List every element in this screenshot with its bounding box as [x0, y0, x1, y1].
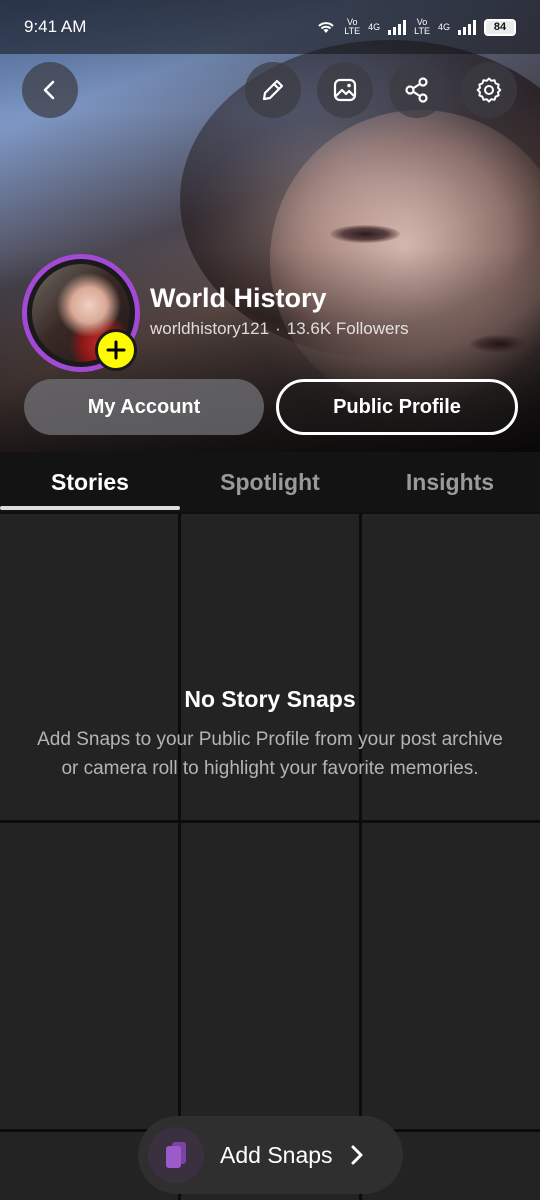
share-button[interactable]: [389, 62, 445, 118]
signal-icon: [458, 19, 476, 35]
volte-indicator-2: Vo LTE: [414, 17, 430, 36]
empty-state-title: No Story Snaps: [184, 686, 356, 712]
status-bar: 9:41 AM Vo LTE 4G Vo LTE 4G 84: [0, 0, 540, 54]
plus-icon: [106, 340, 126, 360]
profile-display-name: World History: [150, 283, 327, 313]
tab-spotlight[interactable]: Spotlight: [180, 452, 360, 512]
add-snaps-icon-wrap: [148, 1127, 204, 1183]
grid-cell: [181, 823, 359, 1129]
grid-cell: [362, 823, 540, 1129]
story-grid: [0, 514, 540, 1200]
pencil-icon: [262, 79, 284, 101]
tab-insights[interactable]: Insights: [360, 452, 540, 512]
back-arrow-icon: [43, 80, 55, 100]
change-cover-button[interactable]: [317, 62, 373, 118]
add-story-button[interactable]: [95, 329, 137, 371]
public-profile-button[interactable]: Public Profile: [276, 379, 518, 435]
grid-cell: [0, 823, 178, 1129]
chevron-right-icon: [349, 1144, 365, 1166]
empty-state-description: Add Snaps to your Public Profile from yo…: [37, 729, 503, 779]
settings-button[interactable]: [461, 62, 517, 118]
separator-dot: ·: [275, 319, 281, 338]
followers-count[interactable]: 13.6K Followers: [287, 319, 409, 339]
profile-tabs: Stories Spotlight Insights: [0, 452, 540, 512]
network-gen-1: 4G: [368, 21, 381, 32]
add-snaps-label: Add Snaps: [220, 1141, 333, 1168]
network-gen-2: 4G: [437, 21, 450, 32]
wifi-icon: [318, 22, 334, 33]
edit-button[interactable]: [245, 62, 301, 118]
stack-icon: [166, 1142, 186, 1168]
signal-icon: [388, 19, 407, 35]
back-button[interactable]: [22, 62, 78, 118]
tab-stories[interactable]: Stories: [0, 452, 180, 512]
image-icon: [333, 78, 357, 102]
volte-indicator-1: Vo LTE: [344, 17, 361, 36]
profile-subline: worldhistory121 · 13.6K Followers: [150, 319, 409, 339]
profile-username: worldhistory121: [150, 319, 270, 338]
battery-icon: 84: [484, 18, 516, 36]
empty-state: No Story Snaps Add Snaps to your Public …: [30, 686, 510, 783]
my-account-button[interactable]: My Account: [24, 379, 264, 435]
add-snaps-button[interactable]: Add Snaps: [138, 1116, 403, 1194]
status-time: 9:41 AM: [24, 17, 87, 36]
gear-icon: [476, 77, 502, 103]
share-icon: [405, 77, 428, 103]
